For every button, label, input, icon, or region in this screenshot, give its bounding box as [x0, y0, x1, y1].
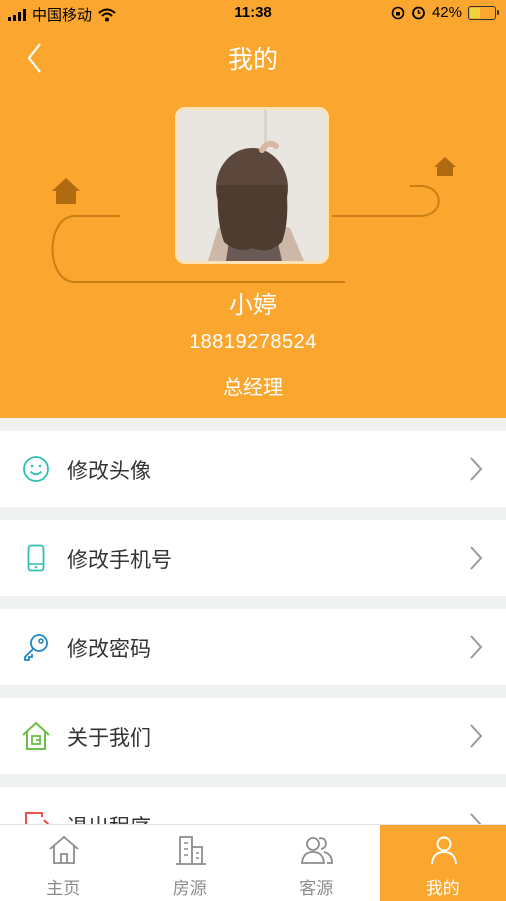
menu-item-change-avatar[interactable]: 修改头像 [0, 431, 506, 507]
tab-clients[interactable]: 客源 [253, 825, 380, 901]
chevron-right-icon [468, 456, 484, 482]
tab-label: 客源 [253, 874, 380, 899]
menu-item-label: 修改手机号 [67, 544, 172, 574]
tab-label: 主页 [0, 874, 127, 899]
menu-item-label: 修改头像 [67, 455, 151, 485]
rotation-lock-icon [391, 6, 405, 20]
tab-label: 我的 [380, 874, 506, 899]
battery-percent: 42% [432, 4, 462, 21]
small-house-icon-right [434, 157, 456, 176]
menu-item-change-phone[interactable]: 修改手机号 [0, 520, 506, 596]
chevron-right-icon [468, 723, 484, 749]
status-bar: 中国移动 11:38 42% [0, 0, 506, 26]
key-icon [20, 631, 52, 663]
user-phone: 18819278524 [0, 331, 506, 354]
menu-item-label: 关于我们 [67, 722, 151, 752]
alarm-icon [411, 5, 426, 20]
building-icon [174, 833, 208, 867]
mobile-phone-icon [20, 542, 52, 574]
menu-item-change-password[interactable]: 修改密码 [0, 609, 506, 685]
menu-item-about-us[interactable]: 关于我们 [0, 698, 506, 774]
avatar[interactable] [175, 107, 329, 264]
avatar-photo [178, 110, 326, 261]
tab-home[interactable]: 主页 [0, 825, 127, 901]
people-icon [300, 833, 334, 867]
home-icon [47, 833, 81, 867]
menu-item-label: 修改密码 [67, 633, 151, 663]
battery-icon [468, 6, 496, 20]
page-title: 我的 [0, 40, 506, 76]
chevron-right-icon [468, 545, 484, 571]
house-icon [20, 720, 52, 752]
tab-listings[interactable]: 房源 [127, 825, 254, 901]
user-role: 总经理 [0, 371, 506, 400]
chevron-right-icon [468, 634, 484, 660]
bottom-tab-bar: 主页 房源 客源 我的 [0, 824, 506, 901]
tab-label: 房源 [127, 874, 254, 899]
smiley-face-icon [20, 453, 52, 485]
person-icon [427, 833, 461, 867]
user-name: 小婷 [0, 285, 506, 320]
small-house-icon-left [52, 178, 80, 204]
tab-mine[interactable]: 我的 [380, 825, 506, 901]
